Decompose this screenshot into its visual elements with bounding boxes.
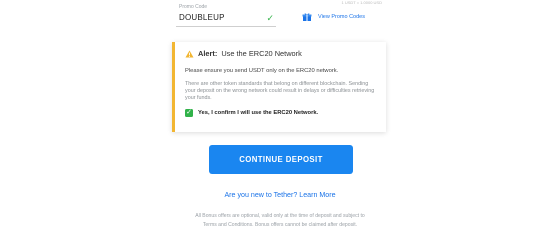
bonus-terms-disclaimer: All Bonus offers are optional, valid onl… (0, 212, 560, 230)
exchange-rate-note: 1 USDT = 1.0000 USD (341, 0, 382, 5)
warning-icon (185, 49, 194, 58)
alert-title: Use the ERC20 Network (221, 49, 302, 58)
network-confirm-label[interactable]: Yes, I confirm I will use the ERC20 Netw… (198, 110, 318, 116)
alert-message: Please ensure you send USDT only on the … (185, 68, 339, 74)
network-alert: Alert: Use the ERC20 Network Please ensu… (172, 42, 386, 132)
promo-code-field[interactable]: DOUBLEUP ✓ (176, 12, 276, 27)
disclaimer-line-2: Terms and Conditions. Bonus offers canno… (202, 221, 358, 228)
learn-more-link[interactable]: Are you new to Tether? Learn More (0, 191, 560, 199)
view-promo-codes-link[interactable]: View Promo Codes (302, 12, 365, 22)
network-confirm-checkbox[interactable]: ✓ Yes, I confirm I will use the ERC20 Ne… (185, 108, 376, 117)
continue-deposit-button[interactable]: CONTINUE DEPOSIT (209, 145, 353, 174)
gift-icon (302, 13, 312, 21)
alert-header: Alert: Use the ERC20 Network (185, 49, 376, 58)
alert-prefix: Alert: (198, 49, 218, 58)
view-promo-codes-label[interactable]: View Promo Codes (318, 14, 365, 20)
deposit-form-page: 1 USDT = 1.0000 USD Promo Code DOUBLEUP … (0, 0, 560, 245)
promo-code-label: Promo Code (179, 4, 208, 10)
promo-code-value[interactable]: DOUBLEUP (179, 13, 225, 22)
disclaimer-line-1: All Bonus offers are optional, valid onl… (195, 213, 365, 219)
check-icon: ✓ (266, 13, 274, 23)
alert-explanation: There are other token standards that bel… (185, 80, 375, 101)
checkbox-checked-icon[interactable]: ✓ (185, 108, 193, 117)
